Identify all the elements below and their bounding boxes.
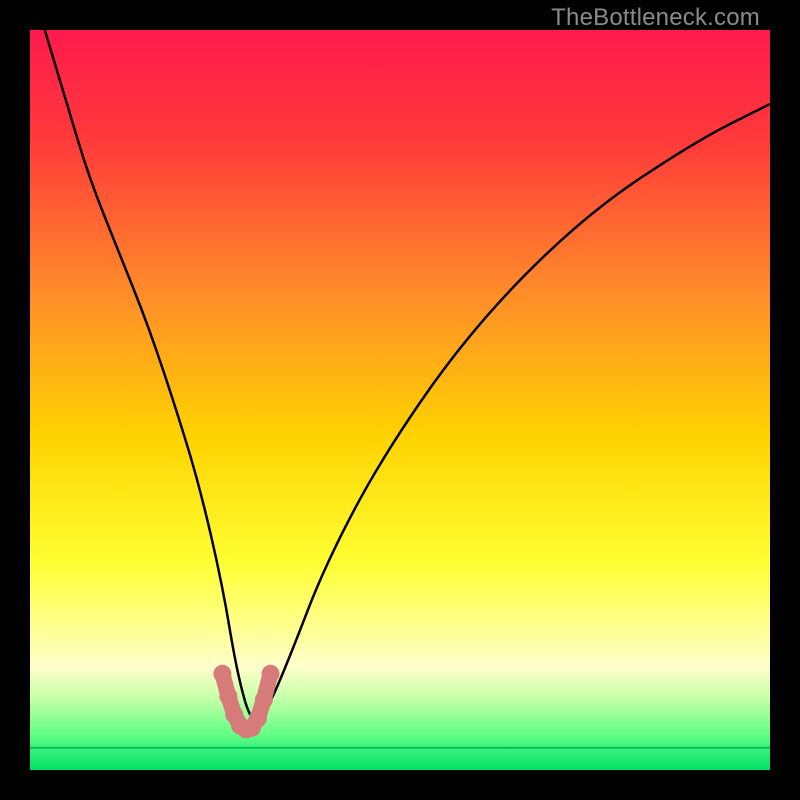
marker-dot: [219, 687, 237, 705]
marker-dot: [255, 691, 273, 709]
heatmap-gradient-bg: [30, 30, 770, 770]
marker-dot: [249, 709, 267, 727]
marker-dot: [213, 665, 231, 683]
chart-frame: [30, 30, 770, 770]
watermark-text: TheBottleneck.com: [551, 4, 760, 32]
marker-dot: [262, 665, 280, 683]
bottleneck-chart: [30, 30, 770, 770]
plot-area: [30, 30, 770, 770]
